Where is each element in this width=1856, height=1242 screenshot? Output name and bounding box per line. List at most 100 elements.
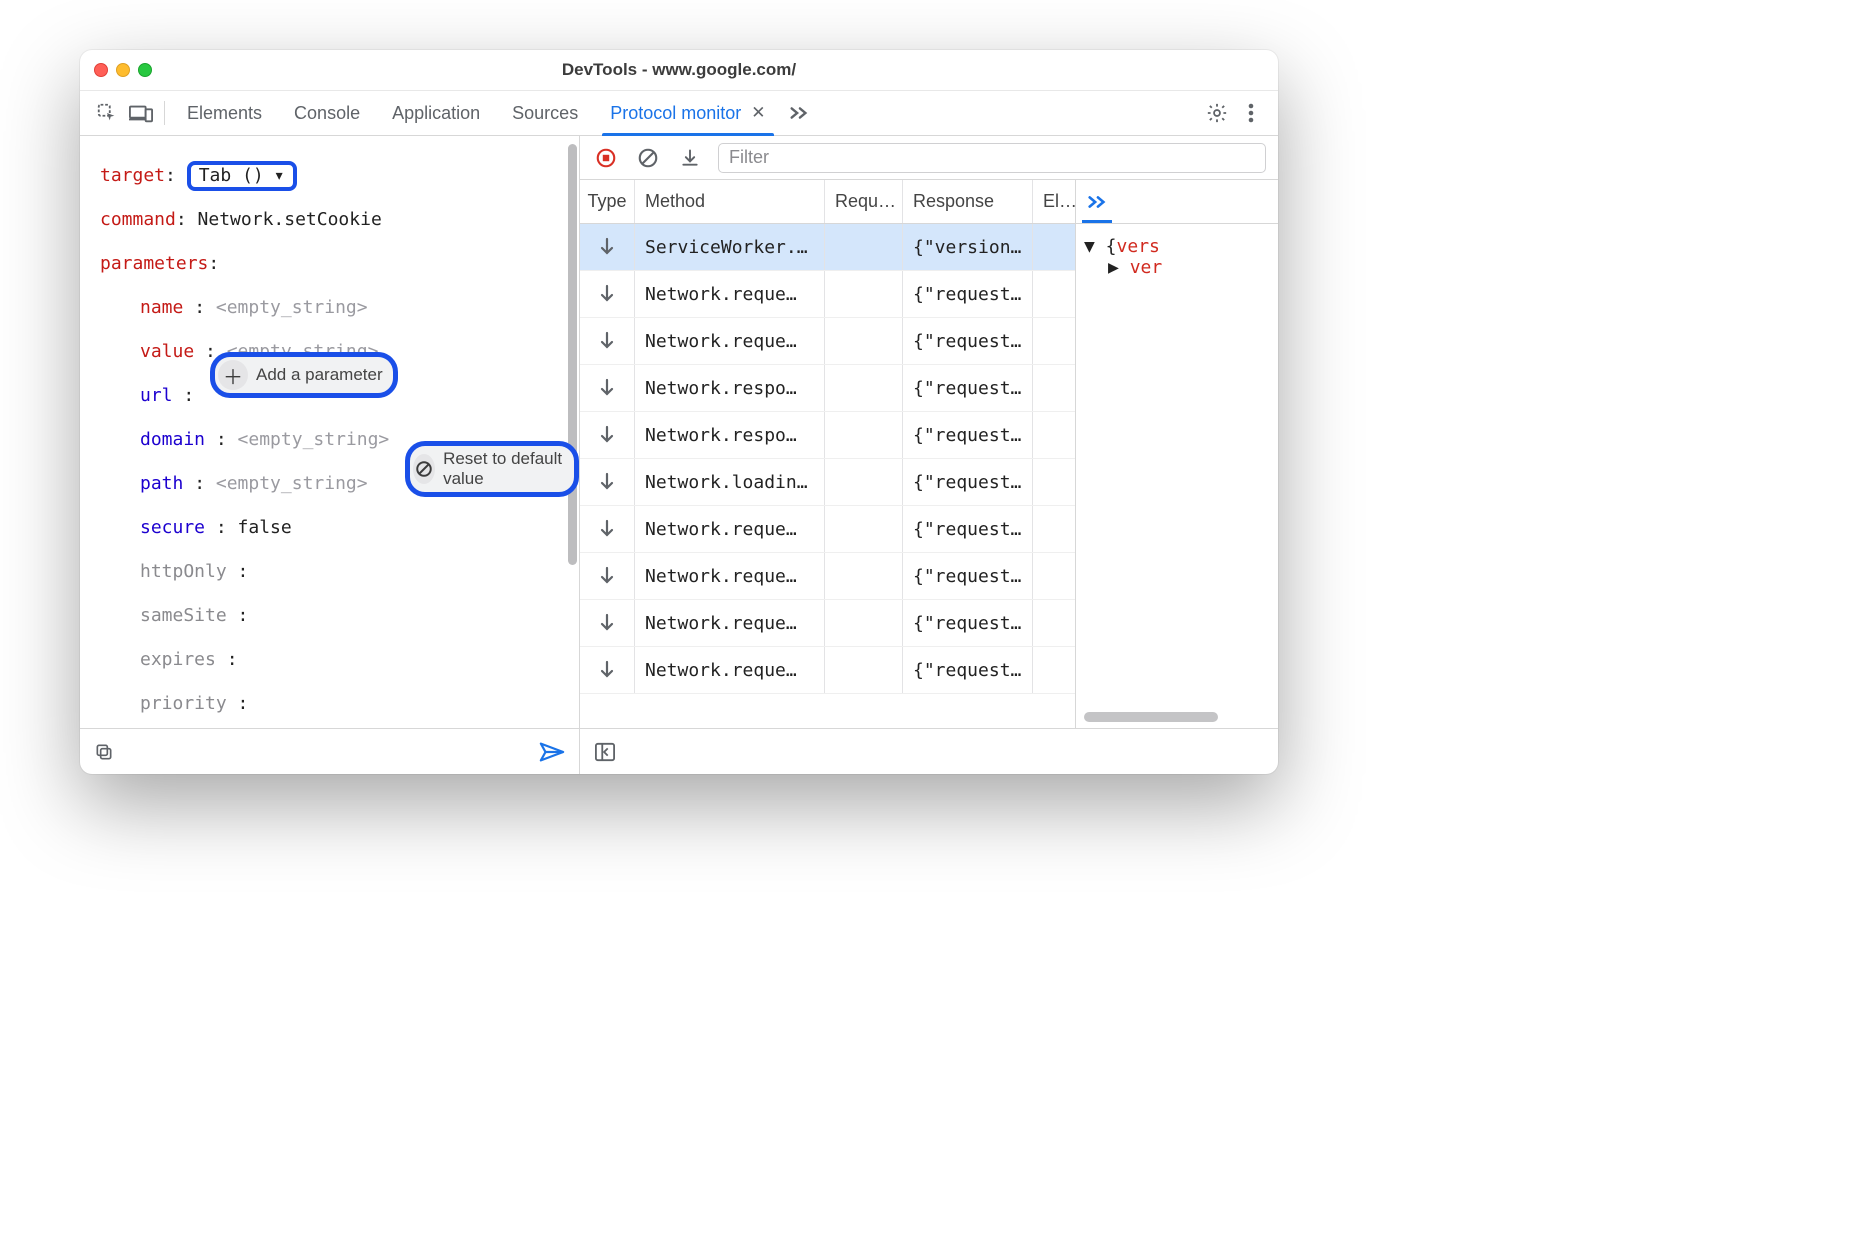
table-row[interactable]: Network.reque…{"request… [580,600,1075,647]
row-type-icon [580,553,635,599]
target-select[interactable]: Tab () [187,161,297,191]
row-type-icon [580,412,635,458]
table-row[interactable]: Network.loadin… {"request… [580,459,1075,506]
param-value-key[interactable]: value [140,341,194,362]
row-response: {"request… [903,506,1033,552]
reset-default-callout[interactable]: Reset to default value [405,441,579,497]
target-key: target [100,165,165,186]
table-row[interactable]: Network.reque…{"request… [580,318,1075,365]
more-tabs-icon[interactable] [784,98,814,128]
device-toggle-icon[interactable] [126,98,156,128]
left-scrollbar[interactable] [568,144,577,698]
download-button[interactable] [676,144,704,172]
window-title: DevTools - www.google.com/ [80,60,1278,80]
col-elapsed-label: El… [1043,191,1075,212]
toggle-sidebar-icon[interactable] [594,742,616,762]
param-httponly-key[interactable]: httpOnly [140,561,227,582]
table-row[interactable]: Network.reque… {"request… [580,506,1075,553]
row-response: {"request… [903,412,1033,458]
row-response: {"request… [903,553,1033,599]
param-samesite-key[interactable]: sameSite [140,605,227,626]
row-request [825,271,903,317]
close-tab-icon[interactable]: ✕ [751,103,765,123]
detail-more-icon[interactable] [1086,193,1108,211]
row-method: Network.respo… [635,365,825,411]
row-response: {"request… [903,647,1033,693]
row-request [825,647,903,693]
row-type-icon [580,318,635,364]
row-response: {"request… [903,271,1033,317]
obj-l2-prefix: ▶ [1108,257,1130,278]
obj-l2-key: ver [1130,257,1163,278]
param-secure-value[interactable]: false [238,517,292,538]
param-secure-key[interactable]: secure [140,517,205,538]
main-tabstrip: Elements Console Application Sources Pro… [80,90,1278,136]
col-request[interactable]: Requ… [825,180,903,223]
main-content: target: Tab () command: Network.setCooki… [80,136,1278,728]
row-response: {"request… [903,600,1033,646]
inspect-element-icon[interactable] [92,98,122,128]
row-method: Network.reque… [635,271,825,317]
param-name-key[interactable]: name [140,297,183,318]
param-name-value[interactable]: <empty_string> [216,297,368,318]
row-method: Network.loadin… [635,459,825,505]
object-viewer[interactable]: ▼ {vers ▶ ver [1076,224,1278,290]
table-row[interactable]: Network.respo…{"request… [580,412,1075,459]
param-path-value[interactable]: <empty_string> [216,473,368,494]
filter-input[interactable]: Filter [718,143,1266,173]
grid-header: Type Method Requ… Response El… [580,180,1075,224]
tab-console[interactable]: Console [280,90,374,136]
copy-icon[interactable] [94,742,114,762]
tab-label: Protocol monitor [610,103,741,124]
more-options-icon[interactable] [1236,98,1266,128]
record-button[interactable] [592,144,620,172]
param-path-key[interactable]: path [140,473,183,494]
table-row[interactable]: ServiceWorker.…{"version… [580,224,1075,271]
param-domain-value[interactable]: <empty_string> [238,429,390,450]
col-response[interactable]: Response [903,180,1033,223]
add-parameter-label: Add a parameter [256,365,383,385]
row-request [825,318,903,364]
row-method: Network.reque… [635,506,825,552]
bottom-bar [80,728,1278,774]
table-row[interactable]: Network.reque… {"request… [580,271,1075,318]
param-url-key[interactable]: url [140,385,173,406]
tab-elements[interactable]: Elements [173,90,276,136]
clear-button[interactable] [634,144,662,172]
reset-icon [413,454,435,484]
row-request [825,459,903,505]
row-response: {"request… [903,459,1033,505]
command-editor-pane: target: Tab () command: Network.setCooki… [80,136,580,728]
send-icon[interactable] [539,741,565,763]
row-request [825,365,903,411]
command-value[interactable]: Network.setCookie [198,209,382,230]
devtools-window: DevTools - www.google.com/ Elements Cons… [80,50,1278,774]
tab-application[interactable]: Application [378,90,494,136]
tab-sources[interactable]: Sources [498,90,592,136]
col-method[interactable]: Method [635,180,825,223]
row-elapsed [1033,365,1075,411]
titlebar: DevTools - www.google.com/ [80,50,1278,90]
table-row[interactable]: Network.reque…{"request… [580,647,1075,694]
param-expires-key[interactable]: expires [140,649,216,670]
row-elapsed [1033,506,1075,552]
row-request [825,553,903,599]
table-row[interactable]: Network.reque…{"request… [580,553,1075,600]
grid-body: ServiceWorker.…{"version…Network.reque…{… [580,224,1075,728]
filter-placeholder: Filter [729,147,769,168]
detail-h-scrollbar[interactable] [1084,712,1270,722]
row-elapsed [1033,224,1075,270]
settings-icon[interactable] [1202,98,1232,128]
param-domain-key[interactable]: domain [140,429,205,450]
row-type-icon [580,224,635,270]
row-type-icon [580,365,635,411]
add-parameter-callout[interactable]: ＋ Add a parameter [210,352,398,398]
table-row[interactable]: Network.respo…{"request… [580,365,1075,412]
row-method: Network.reque… [635,318,825,364]
col-type[interactable]: Type [580,180,635,223]
obj-l1-prefix: ▼ { [1084,236,1117,257]
col-elapsed[interactable]: El… [1033,180,1075,223]
messages-grid: Type Method Requ… Response El… ServiceWo… [580,180,1076,728]
tab-protocol-monitor[interactable]: Protocol monitor ✕ [596,90,779,136]
param-priority-key[interactable]: priority [140,693,227,714]
